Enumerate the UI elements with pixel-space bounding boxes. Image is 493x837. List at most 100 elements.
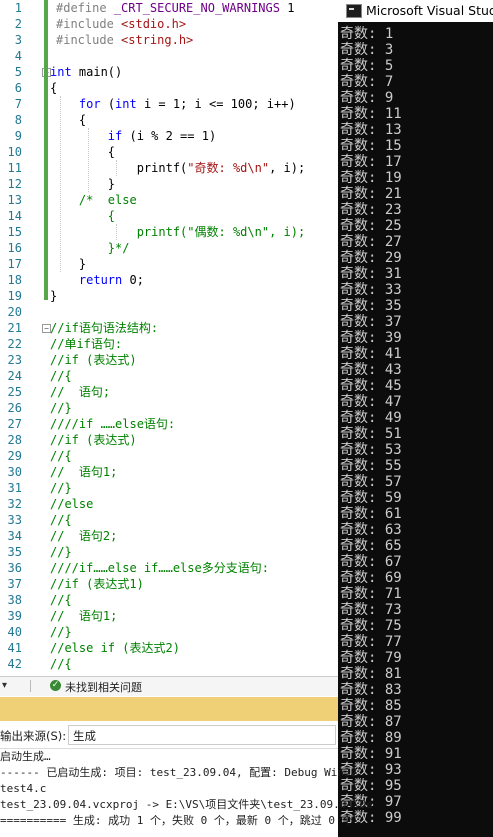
console-line: 奇数: 45 — [340, 378, 402, 394]
code-line[interactable]: // 语句1; — [50, 464, 117, 480]
code-line[interactable]: //} — [50, 624, 72, 640]
indent-guide — [116, 160, 117, 176]
code-line[interactable]: { — [50, 112, 86, 128]
console-window[interactable]: Microsoft Visual Studio 奇数: 1奇数: 3奇数: 5奇… — [338, 0, 493, 837]
code-line[interactable]: // 语句2; — [50, 528, 117, 544]
line-number: 24 — [7, 369, 22, 383]
line-number: 25 — [7, 385, 22, 399]
code-line[interactable]: //if (表达式) — [50, 352, 137, 368]
code-line[interactable]: ////if……else if……else多分支语句: — [50, 560, 269, 576]
console-line: 奇数: 7 — [340, 74, 394, 90]
line-number: 4 — [14, 49, 22, 63]
console-line: 奇数: 73 — [340, 602, 402, 618]
console-title: Microsoft Visual Studio — [366, 3, 493, 18]
line-number: 10 — [7, 145, 22, 159]
output-source-select[interactable]: 生成 — [68, 725, 336, 745]
indent-guide — [116, 224, 117, 240]
code-line[interactable]: // 语句; — [50, 384, 110, 400]
issues-status-text[interactable]: 未找到相关问题 — [65, 679, 142, 695]
console-line: 奇数: 29 — [340, 250, 402, 266]
console-line: 奇数: 5 — [340, 58, 394, 74]
line-number: 6 — [14, 81, 22, 95]
console-line: 奇数: 37 — [340, 314, 402, 330]
code-line[interactable]: { — [50, 80, 57, 96]
line-number: 8 — [14, 113, 22, 127]
code-line[interactable]: #include <stdio.h> — [56, 16, 186, 32]
line-number: 17 — [7, 257, 22, 271]
console-line: 奇数: 91 — [340, 746, 402, 762]
line-number: 41 — [7, 641, 22, 655]
code-line[interactable]: // 语句1; — [50, 608, 117, 624]
line-number: 34 — [7, 529, 22, 543]
code-line[interactable]: //{ — [50, 368, 72, 384]
line-number: 19 — [7, 289, 22, 303]
build-output-line: ========== 生成: 成功 1 个，失败 0 个，最新 0 个，跳过 0… — [0, 814, 353, 827]
code-editor[interactable]: 1 2 3 4 5 6 7 8 9 10 11 12 13 14 15 16 17 18 19 20 21 22 23 24 2… — [0, 0, 338, 676]
console-line: 奇数: 67 — [340, 554, 402, 570]
build-output-line: ------ 已启动生成: 项目: test_23.09.04, 配置: Deb… — [0, 766, 358, 779]
console-line: 奇数: 95 — [340, 778, 402, 794]
code-line[interactable]: //} — [50, 544, 72, 560]
console-line: 奇数: 1 — [340, 26, 394, 42]
console-line: 奇数: 75 — [340, 618, 402, 634]
console-app-icon — [346, 4, 362, 18]
line-number: 39 — [7, 609, 22, 623]
code-line[interactable]: if (i % 2 == 1) — [50, 128, 216, 144]
code-line[interactable]: /* else — [50, 192, 137, 208]
line-number: 22 — [7, 337, 22, 351]
line-number: 21 — [7, 321, 22, 335]
code-line[interactable]: //{ — [50, 512, 72, 528]
console-line: 奇数: 77 — [340, 634, 402, 650]
console-line: 奇数: 71 — [340, 586, 402, 602]
code-line[interactable]: int main() — [50, 64, 122, 80]
indent-guide — [60, 96, 61, 272]
code-line[interactable]: } — [50, 288, 57, 304]
build-output-line: test4.c — [0, 782, 47, 795]
console-line: 奇数: 89 — [340, 730, 402, 746]
line-number: 9 — [14, 129, 22, 143]
console-line: 奇数: 55 — [340, 458, 402, 474]
code-line[interactable]: //if (表达式) — [50, 432, 137, 448]
console-line: 奇数: 83 — [340, 682, 402, 698]
line-number: 7 — [14, 97, 22, 111]
console-line: 奇数: 39 — [340, 330, 402, 346]
code-line[interactable]: }*/ — [50, 240, 130, 256]
line-number: 14 — [7, 209, 22, 223]
code-line[interactable]: for (int i = 1; i <= 100; i++) — [50, 96, 296, 112]
console-title-bar[interactable]: Microsoft Visual Studio — [338, 0, 493, 22]
code-line[interactable]: ////if ……else语句: — [50, 416, 175, 432]
line-number: 2 — [14, 17, 22, 31]
console-line: 奇数: 11 — [340, 106, 402, 122]
code-line[interactable]: //else if (表达式2) — [50, 640, 180, 656]
code-line[interactable]: //单if语句: — [50, 336, 122, 352]
code-line[interactable]: //{ — [50, 592, 72, 608]
code-line[interactable]: return 0; — [50, 272, 144, 288]
console-line: 奇数: 23 — [340, 202, 402, 218]
code-line[interactable]: //if语句语法结构: — [50, 320, 158, 336]
line-number: 15 — [7, 225, 22, 239]
line-number: 36 — [7, 561, 22, 575]
console-line: 奇数: 17 — [340, 154, 402, 170]
code-line[interactable]: #include <string.h> — [56, 32, 193, 48]
line-number: 28 — [7, 433, 22, 447]
code-line[interactable]: //} — [50, 480, 72, 496]
code-line[interactable]: #define _CRT_SECURE_NO_WARNINGS 1 — [56, 0, 294, 16]
line-number: 5 — [14, 65, 22, 79]
indent-guide — [88, 128, 89, 192]
console-line: 奇数: 65 — [340, 538, 402, 554]
build-output-line: test_23.09.04.vcxproj -> E:\VS\项目文件夹\tes… — [0, 798, 373, 811]
zoom-dropdown-arrow-icon[interactable]: ▾ — [2, 680, 7, 691]
code-line[interactable]: //{ — [50, 448, 72, 464]
code-line[interactable]: //if (表达式1) — [50, 576, 144, 592]
code-line[interactable]: //} — [50, 400, 72, 416]
line-number: 18 — [7, 273, 22, 287]
code-line[interactable]: //{ — [50, 656, 72, 672]
code-line[interactable]: //else — [50, 496, 93, 512]
console-line: 奇数: 63 — [340, 522, 402, 538]
line-number: 31 — [7, 481, 22, 495]
console-line: 奇数: 25 — [340, 218, 402, 234]
code-line[interactable]: } — [50, 256, 86, 272]
output-panel: 输出来源(S): 生成 启动生成… ------ 已启动生成: 项目: test_… — [0, 721, 373, 837]
console-line: 奇数: 51 — [340, 426, 402, 442]
code-line[interactable]: printf("偶数: %d\n", i); — [50, 224, 306, 240]
